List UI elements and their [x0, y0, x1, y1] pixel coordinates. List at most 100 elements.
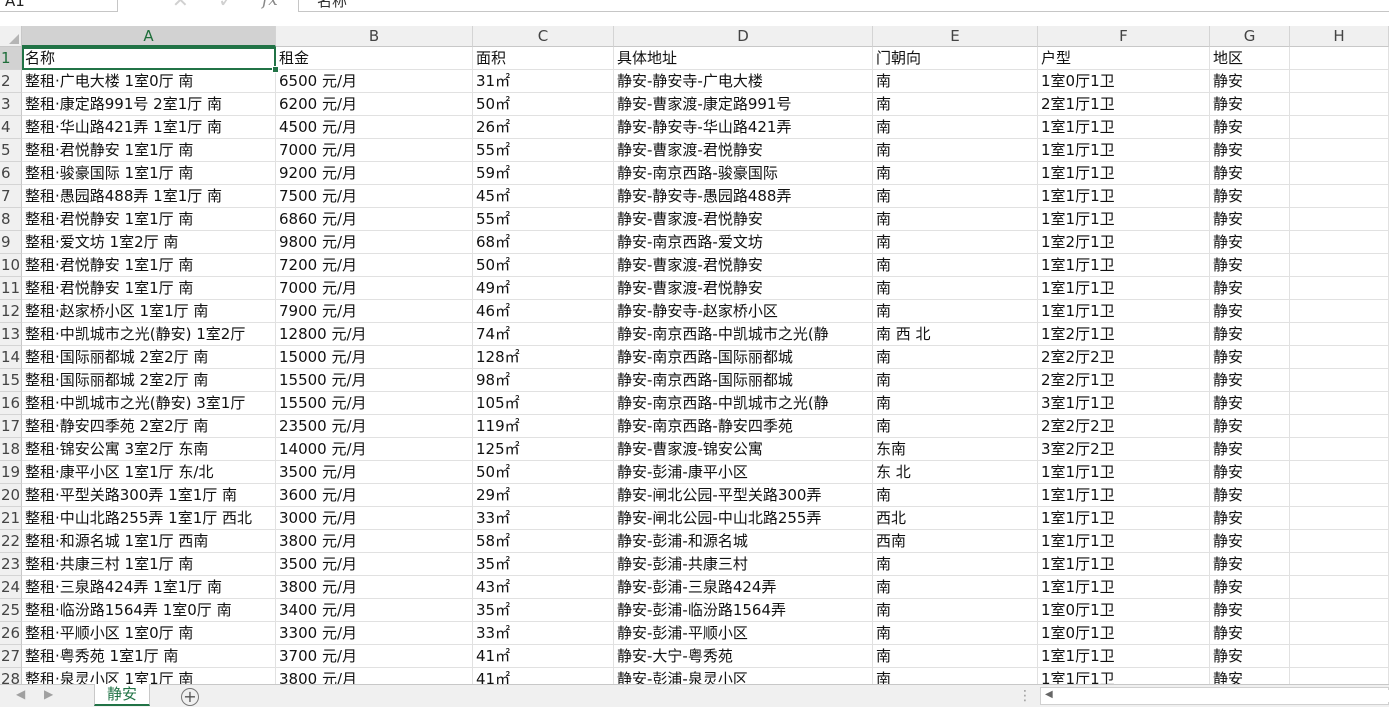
table-cell[interactable]: 55㎡	[473, 139, 614, 162]
table-cell[interactable]: 6200 元/月	[276, 93, 473, 116]
table-cell[interactable]: 3600 元/月	[276, 484, 473, 507]
table-cell[interactable]: 整租·和源名城 1室1厅 西南	[22, 530, 276, 553]
table-cell[interactable]	[1290, 300, 1389, 323]
table-cell[interactable]: 南	[873, 346, 1038, 369]
table-cell[interactable]: 125㎡	[473, 438, 614, 461]
select-all-icon[interactable]	[0, 26, 22, 47]
table-cell[interactable]: 1室1厅1卫	[1038, 484, 1210, 507]
row-header[interactable]: 17	[0, 415, 22, 438]
table-cell[interactable]: 49㎡	[473, 277, 614, 300]
row-header[interactable]: 20	[0, 484, 22, 507]
table-cell[interactable]: 整租·爱文坊 1室2厅 南	[22, 231, 276, 254]
row-header[interactable]: 12	[0, 300, 22, 323]
table-cell[interactable]: 7000 元/月	[276, 277, 473, 300]
table-cell[interactable]	[1290, 323, 1389, 346]
table-cell[interactable]: 静安	[1210, 185, 1290, 208]
table-cell[interactable]: 静安	[1210, 323, 1290, 346]
table-cell[interactable]: 7900 元/月	[276, 300, 473, 323]
table-cell[interactable]: 南	[873, 599, 1038, 622]
table-cell[interactable]: 1室1厅1卫	[1038, 185, 1210, 208]
header-cell[interactable]: 具体地址	[614, 47, 873, 70]
table-cell[interactable]: 南	[873, 392, 1038, 415]
column-header-f[interactable]: F	[1038, 26, 1210, 47]
check-icon[interactable]: ✓	[218, 0, 235, 12]
table-cell[interactable]: 2室2厅1卫	[1038, 369, 1210, 392]
row-header[interactable]: 22	[0, 530, 22, 553]
table-cell[interactable]: 静安-大宁-粤秀苑	[614, 645, 873, 668]
table-cell[interactable]: 7500 元/月	[276, 185, 473, 208]
table-cell[interactable]: 3700 元/月	[276, 645, 473, 668]
table-cell[interactable]	[1290, 645, 1389, 668]
table-cell[interactable]: 43㎡	[473, 576, 614, 599]
table-cell[interactable]: 3000 元/月	[276, 507, 473, 530]
table-cell[interactable]: 静安	[1210, 277, 1290, 300]
row-header[interactable]: 14	[0, 346, 22, 369]
table-cell[interactable]: 南	[873, 116, 1038, 139]
chevron-down-icon[interactable]: ▾	[126, 0, 132, 3]
table-cell[interactable]: 15500 元/月	[276, 392, 473, 415]
table-cell[interactable]: 1室1厅1卫	[1038, 162, 1210, 185]
table-cell[interactable]: 南	[873, 70, 1038, 93]
insert-function-icon[interactable]: fx	[262, 0, 278, 10]
table-cell[interactable]: 静安-彭浦-共康三村	[614, 553, 873, 576]
table-cell[interactable]: 整租·广电大楼 1室0厅 南	[22, 70, 276, 93]
table-cell[interactable]: 3室1厅1卫	[1038, 392, 1210, 415]
table-cell[interactable]: 静安-南京西路-中凯城市之光(静	[614, 323, 873, 346]
table-cell[interactable]: 9200 元/月	[276, 162, 473, 185]
table-cell[interactable]: 静安-曹家渡-锦安公寓	[614, 438, 873, 461]
table-cell[interactable]: 西北	[873, 507, 1038, 530]
table-cell[interactable]	[1290, 369, 1389, 392]
table-cell[interactable]: 33㎡	[473, 507, 614, 530]
table-cell[interactable]: 静安	[1210, 300, 1290, 323]
close-icon[interactable]: ✕	[172, 0, 189, 12]
table-cell[interactable]: 静安	[1210, 484, 1290, 507]
table-cell[interactable]	[1290, 392, 1389, 415]
table-cell[interactable]: 静安	[1210, 208, 1290, 231]
table-cell[interactable]: 26㎡	[473, 116, 614, 139]
table-cell[interactable]: 3400 元/月	[276, 599, 473, 622]
column-header-e[interactable]: E	[873, 26, 1038, 47]
table-cell[interactable]: 6860 元/月	[276, 208, 473, 231]
table-cell[interactable]: 南	[873, 93, 1038, 116]
table-cell[interactable]: 南	[873, 300, 1038, 323]
table-cell[interactable]: 静安	[1210, 346, 1290, 369]
column-header-c[interactable]: C	[473, 26, 614, 47]
table-cell[interactable]: 4500 元/月	[276, 116, 473, 139]
table-cell[interactable]: 50㎡	[473, 93, 614, 116]
table-cell[interactable]: 3室2厅2卫	[1038, 438, 1210, 461]
table-cell[interactable]: 7000 元/月	[276, 139, 473, 162]
table-cell[interactable]	[1290, 553, 1389, 576]
table-cell[interactable]: 15000 元/月	[276, 346, 473, 369]
table-cell[interactable]: 整租·静安四季苑 2室2厅 南	[22, 415, 276, 438]
table-cell[interactable]	[1290, 116, 1389, 139]
table-cell[interactable]	[1290, 415, 1389, 438]
table-cell[interactable]	[1290, 185, 1389, 208]
table-cell[interactable]: 静安-南京西路-国际丽都城	[614, 369, 873, 392]
chevron-right-icon[interactable]: ▶	[44, 687, 53, 701]
table-cell[interactable]: 整租·赵家桥小区 1室1厅 南	[22, 300, 276, 323]
row-header[interactable]: 16	[0, 392, 22, 415]
table-cell[interactable]: 静安-彭浦-三泉路424弄	[614, 576, 873, 599]
row-header[interactable]: 9	[0, 231, 22, 254]
table-cell[interactable]: 整租·骏豪国际 1室1厅 南	[22, 162, 276, 185]
scrollbar-thumb[interactable]	[1059, 690, 1389, 702]
table-cell[interactable]	[1290, 484, 1389, 507]
table-cell[interactable]	[1290, 139, 1389, 162]
table-cell[interactable]	[1290, 231, 1389, 254]
table-cell[interactable]	[1290, 530, 1389, 553]
table-cell[interactable]	[1290, 507, 1389, 530]
table-cell[interactable]	[1290, 93, 1389, 116]
row-header[interactable]: 24	[0, 576, 22, 599]
table-cell[interactable]: 2室2厅2卫	[1038, 346, 1210, 369]
row-header[interactable]: 19	[0, 461, 22, 484]
fill-handle[interactable]	[272, 66, 279, 73]
table-cell[interactable]: 整租·粤秀苑 1室1厅 南	[22, 645, 276, 668]
row-header[interactable]: 1	[0, 47, 22, 70]
table-cell[interactable]: 35㎡	[473, 553, 614, 576]
table-cell[interactable]: 3300 元/月	[276, 622, 473, 645]
table-cell[interactable]: 静安-静安寺-赵家桥小区	[614, 300, 873, 323]
table-cell[interactable]: 1室1厅1卫	[1038, 507, 1210, 530]
table-cell[interactable]: 3500 元/月	[276, 553, 473, 576]
table-cell[interactable]: 50㎡	[473, 254, 614, 277]
table-cell[interactable]: 整租·中凯城市之光(静安) 1室2厅	[22, 323, 276, 346]
